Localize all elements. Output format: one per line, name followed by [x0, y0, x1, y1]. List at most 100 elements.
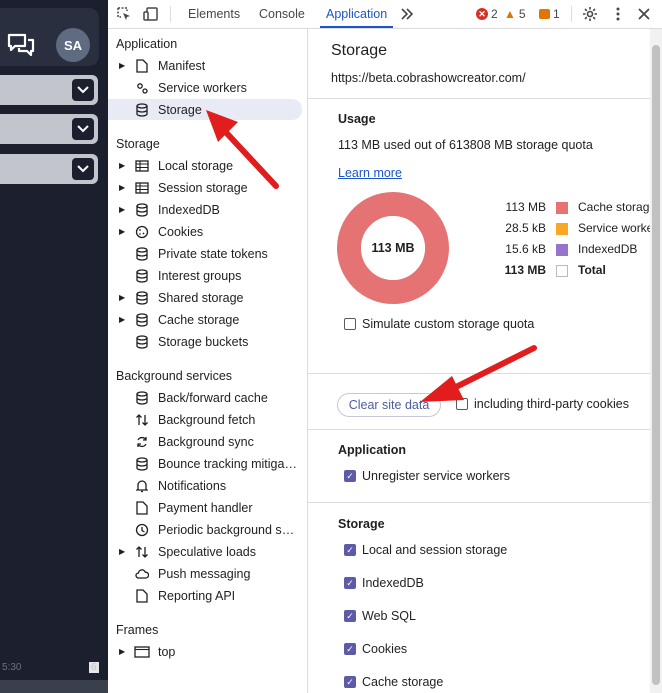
expand-arrow-icon[interactable]: ▶ [119, 61, 125, 70]
expand-arrow-icon[interactable]: ▶ [119, 161, 125, 170]
more-tabs-icon[interactable] [398, 5, 416, 23]
sidebar-item-push-messaging[interactable]: Push messaging [108, 563, 302, 584]
app-dropdown-1[interactable] [0, 75, 98, 105]
sidebar-item-label: Private state tokens [158, 246, 268, 261]
indexeddb-checkbox[interactable]: ✓ [344, 577, 356, 589]
cache-storage-checkbox[interactable]: ✓ [344, 676, 356, 688]
sidebar-item-speculative-loads[interactable]: ▶ Speculative loads [108, 541, 302, 562]
legend-value: 113 MB [504, 263, 546, 277]
sidebar-item-local-storage[interactable]: ▶ Local storage [108, 155, 302, 176]
timeline-label: 5:30 [2, 662, 22, 673]
expand-arrow-icon[interactable]: ▶ [119, 647, 125, 656]
legend-swatch [556, 265, 568, 277]
issues-count: 1 [553, 7, 560, 21]
indexeddb-label: IndexedDB [362, 576, 424, 590]
error-badge[interactable]: ✕ 2 [476, 7, 498, 21]
sidebar-item-label: Storage buckets [158, 334, 249, 349]
up-down-arrows-icon [134, 412, 150, 428]
settings-gear-icon[interactable] [581, 5, 599, 23]
sidebar-item-cookies[interactable]: ▶ Cookies [108, 221, 302, 242]
sidebar-item-background-fetch[interactable]: Background fetch [108, 409, 302, 430]
sidebar-item-session-storage[interactable]: ▶ Session storage [108, 177, 302, 198]
cookies-label: Cookies [362, 642, 408, 656]
more-options-icon[interactable] [609, 5, 627, 23]
sidebar-section-frames: Frames [116, 623, 159, 637]
web-sql-label: Web SQL [362, 609, 416, 623]
sidebar-item-label: Notifications [158, 478, 227, 493]
sync-icon [134, 434, 150, 450]
expand-arrow-icon[interactable]: ▶ [119, 227, 125, 236]
simulate-quota-checkbox[interactable] [344, 318, 356, 330]
legend-value: 28.5 kB [505, 221, 546, 235]
inspect-element-icon[interactable] [115, 5, 133, 23]
legend-name: Service workers [578, 221, 650, 235]
sidebar-item-label: Cache storage [158, 312, 240, 327]
database-icon [134, 334, 150, 350]
unregister-service-workers-checkbox[interactable]: ✓ [344, 470, 356, 482]
sidebar-item-indexeddb[interactable]: ▶ IndexedDB [108, 199, 302, 220]
sidebar-item-bounce-tracking[interactable]: Bounce tracking mitigati... [108, 453, 302, 474]
sidebar-item-payment-handler[interactable]: Payment handler [108, 497, 302, 518]
expand-arrow-icon[interactable]: ▶ [119, 315, 125, 324]
legend-swatch [556, 223, 568, 235]
sidebar-item-storage[interactable]: Storage [108, 99, 302, 120]
cookies-checkbox[interactable]: ✓ [344, 643, 356, 655]
sidebar-item-label: Interest groups [158, 268, 242, 283]
app-background-panel: SA 5:30 6 [0, 0, 108, 693]
sidebar-item-frame-top[interactable]: ▶ top [108, 641, 302, 662]
donut-center-label: 113 MB [371, 241, 414, 255]
scrollbar-thumb[interactable] [652, 45, 660, 685]
gears-icon [134, 80, 150, 96]
database-icon [134, 246, 150, 262]
tab-application[interactable]: Application [320, 0, 394, 28]
avatar[interactable]: SA [56, 28, 90, 62]
sidebar-item-periodic-background-sync[interactable]: Periodic background sync [108, 519, 302, 540]
legend-row-cache-storage: 113 MB Cache storage [498, 200, 650, 218]
third-party-cookies-checkbox[interactable] [456, 398, 468, 410]
devtools-panel: Elements Console Application ✕ 2 ▲ 5 1 A… [108, 0, 662, 693]
sidebar-item-notifications[interactable]: Notifications [108, 475, 302, 496]
sidebar-item-label: Payment handler [158, 500, 253, 515]
sidebar-item-shared-storage[interactable]: ▶ Shared storage [108, 287, 302, 308]
sidebar-item-storage-buckets[interactable]: Storage buckets [108, 331, 302, 352]
sidebar-item-interest-groups[interactable]: Interest groups [108, 265, 302, 286]
web-sql-checkbox[interactable]: ✓ [344, 610, 356, 622]
chat-icon[interactable] [6, 30, 36, 60]
usage-summary: 113 MB used out of 613808 MB storage quo… [338, 138, 593, 152]
tab-elements[interactable]: Elements [188, 0, 240, 28]
local-session-storage-checkbox[interactable]: ✓ [344, 544, 356, 556]
expand-arrow-icon[interactable]: ▶ [119, 547, 125, 556]
sidebar-item-private-state-tokens[interactable]: Private state tokens [108, 243, 302, 264]
warning-badge[interactable]: ▲ 5 [504, 7, 526, 21]
sidebar-item-back-forward-cache[interactable]: Back/forward cache [108, 387, 302, 408]
legend-row-total: 113 MB Total [498, 263, 650, 281]
sidebar-section-application: Application [116, 37, 178, 51]
simulate-quota-label: Simulate custom storage quota [362, 317, 535, 331]
database-icon [134, 456, 150, 472]
sidebar-item-cache-storage[interactable]: ▶ Cache storage [108, 309, 302, 330]
sidebar-item-service-workers[interactable]: Service workers [108, 77, 302, 98]
expand-arrow-icon[interactable]: ▶ [119, 183, 125, 192]
sidebar-item-label: Background sync [158, 434, 254, 449]
up-down-arrows-icon [134, 544, 150, 560]
expand-arrow-icon[interactable]: ▶ [119, 205, 125, 214]
sidebar-item-manifest[interactable]: ▶ Manifest [108, 55, 302, 76]
legend-swatch [556, 202, 568, 214]
close-icon[interactable] [635, 5, 653, 23]
usage-heading: Usage [338, 112, 376, 126]
clear-site-data-button[interactable]: Clear site data [337, 393, 441, 417]
learn-more-link[interactable]: Learn more [338, 166, 402, 180]
app-dropdown-2[interactable] [0, 114, 98, 144]
app-dropdown-3[interactable] [0, 154, 98, 184]
sidebar-item-label: Session storage [158, 180, 248, 195]
sidebar-item-label: Local storage [158, 158, 234, 173]
divider [308, 98, 650, 99]
device-toolbar-icon[interactable] [142, 5, 160, 23]
expand-arrow-icon[interactable]: ▶ [119, 293, 125, 302]
sidebar-item-reporting-api[interactable]: Reporting API [108, 585, 302, 606]
main-scrollbar[interactable] [650, 29, 662, 693]
tab-console[interactable]: Console [259, 0, 305, 28]
divider [308, 373, 650, 374]
sidebar-item-background-sync[interactable]: Background sync [108, 431, 302, 452]
issues-badge[interactable]: 1 [539, 7, 560, 21]
